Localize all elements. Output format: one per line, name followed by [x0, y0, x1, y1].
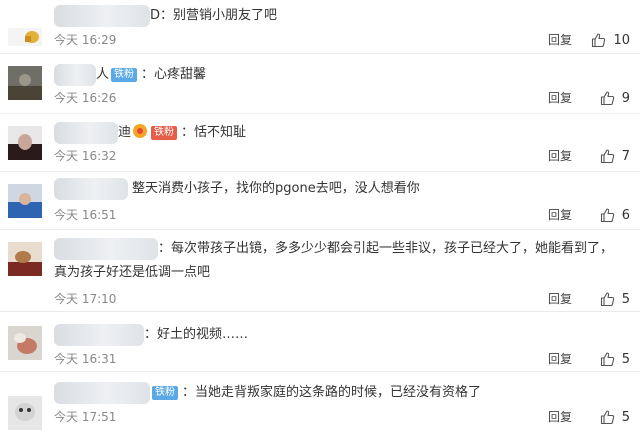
comment-time: 今天 16:31: [54, 352, 117, 366]
like-button[interactable]: 6: [600, 206, 630, 224]
comment-time: 今天 16:26: [54, 91, 117, 105]
comment-item: ：好土的视频…… 今天 16:31 回复 5: [0, 312, 640, 372]
username-suffix[interactable]: 人: [96, 67, 109, 82]
username-suffix[interactable]: D: [150, 8, 160, 23]
like-count: 7: [621, 148, 630, 164]
reply-button[interactable]: 回复: [548, 32, 572, 48]
fan-badge: 铁粉: [152, 386, 178, 400]
blurred-username[interactable]: [54, 122, 118, 144]
comment-item: 铁粉 ：当她走背叛家庭的这条路的时候，已经没有资格了 今天 17:51 回复 5: [0, 372, 640, 434]
thumbs-up-icon: [592, 33, 606, 48]
avatar[interactable]: [8, 184, 42, 218]
comment-item: ：每次带孩子出镜，多多少少都会引起一些非议，孩子已经大了，她能看到了， 真为孩子…: [0, 230, 640, 312]
blurred-username[interactable]: [54, 178, 128, 200]
comment-text: 别营销小朋友了吧: [173, 8, 278, 23]
comment-item: D：别营销小朋友了吧 今天 16:29 回复 10: [0, 0, 640, 54]
like-button[interactable]: 5: [600, 290, 630, 308]
avatar[interactable]: [8, 126, 42, 160]
like-button[interactable]: 9: [600, 89, 630, 107]
like-count: 5: [621, 409, 630, 425]
like-count: 6: [621, 207, 630, 223]
reply-button[interactable]: 回复: [548, 351, 572, 367]
username-suffix[interactable]: 迪: [118, 125, 131, 140]
comment-text: 整天消费小孩子，找你的pgone去吧，没人想看你: [132, 181, 420, 196]
thumbs-up-icon: [600, 91, 614, 106]
like-count: 5: [621, 291, 630, 307]
comment-body: 迪铁粉 ：恬不知耻: [118, 124, 247, 140]
comment-list: D：别营销小朋友了吧 今天 16:29 回复 10 人铁粉 ：心疼甜馨 今天 16…: [0, 0, 640, 434]
like-count: 9: [621, 90, 630, 106]
blurred-username[interactable]: [54, 64, 96, 86]
like-count: 10: [613, 32, 630, 48]
thumbs-up-icon: [600, 149, 614, 164]
comment-body: 整天消费小孩子，找你的pgone去吧，没人想看你: [132, 178, 420, 200]
medal-icon: [133, 124, 148, 138]
comment-text: 好土的视频……: [157, 327, 249, 342]
comment-body: D：别营销小朋友了吧: [150, 8, 278, 23]
blurred-username[interactable]: [54, 382, 150, 404]
blurred-username[interactable]: [54, 238, 158, 260]
reply-button[interactable]: 回复: [548, 90, 572, 106]
comment-text-continued: 真为孩子好还是低调一点吧: [54, 265, 211, 280]
avatar[interactable]: [8, 242, 42, 276]
blurred-username[interactable]: [54, 5, 150, 27]
thumbs-up-icon: [600, 292, 614, 307]
comment-time: 今天 16:51: [54, 208, 117, 222]
comment-text: 当她走背叛家庭的这条路的时候，已经没有资格了: [195, 385, 482, 400]
comment-time: 今天 16:32: [54, 149, 117, 163]
like-button[interactable]: 7: [600, 147, 630, 165]
like-count: 5: [621, 351, 630, 367]
thumbs-up-icon: [600, 410, 614, 425]
fan-badge: 铁粉: [111, 68, 138, 82]
like-button[interactable]: 5: [600, 408, 630, 426]
like-button[interactable]: 10: [591, 31, 630, 49]
avatar[interactable]: [8, 66, 42, 100]
avatar[interactable]: [8, 396, 42, 430]
comment-body: ：好土的视频……: [144, 327, 249, 342]
comment-text: 每次带孩子出镜，多多少少都会引起一些非议，孩子已经大了，她能看到了，: [171, 241, 614, 256]
comment-text: 心疼甜馨: [154, 67, 207, 82]
comment-item: 人铁粉 ：心疼甜馨 今天 16:26 回复 9: [0, 54, 640, 114]
comment-time: 今天 17:10: [54, 292, 117, 306]
reply-button[interactable]: 回复: [548, 148, 572, 164]
fan-badge: 铁粉: [151, 126, 178, 140]
avatar[interactable]: [8, 326, 42, 360]
comment-time: 今天 16:29: [54, 33, 117, 47]
comment-body: 铁粉 ：当她走背叛家庭的这条路的时候，已经没有资格了: [150, 382, 481, 404]
blurred-username[interactable]: [54, 324, 144, 346]
thumbs-up-icon: [600, 208, 614, 223]
avatar[interactable]: [8, 28, 42, 46]
thumbs-up-icon: [600, 352, 614, 367]
reply-button[interactable]: 回复: [548, 409, 572, 425]
reply-button[interactable]: 回复: [548, 207, 572, 223]
reply-button[interactable]: 回复: [548, 291, 572, 307]
comment-item: 迪铁粉 ：恬不知耻 今天 16:32 回复 7: [0, 114, 640, 172]
comment-time: 今天 17:51: [54, 410, 117, 424]
comment-body: ：每次带孩子出镜，多多少少都会引起一些非议，孩子已经大了，她能看到了，: [158, 241, 614, 256]
comment-item: 整天消费小孩子，找你的pgone去吧，没人想看你 今天 16:51 回复 6: [0, 172, 640, 230]
comment-text: 恬不知耻: [194, 125, 247, 140]
comment-body: 人铁粉 ：心疼甜馨: [96, 67, 207, 82]
like-button[interactable]: 5: [600, 350, 630, 368]
